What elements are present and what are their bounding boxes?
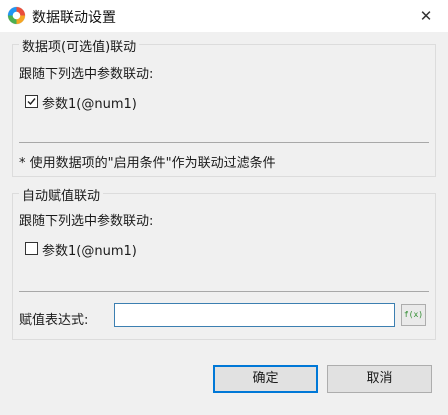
param-checkbox[interactable] — [25, 95, 38, 108]
ok-button[interactable]: 确定 — [213, 365, 318, 393]
close-icon: ✕ — [419, 7, 433, 25]
follow-params-label: 跟随下列选中参数联动: — [19, 67, 154, 82]
assign-expression-label: 赋值表达式: — [19, 313, 89, 328]
app-logo-icon — [7, 6, 26, 25]
param-checkbox-label: 参数1(@num1) — [42, 244, 137, 259]
separator — [19, 142, 429, 143]
separator — [19, 291, 429, 292]
auto-assign-linkage-group: 自动赋值联动 跟随下列选中参数联动: 参数1(@num1) 赋值表达式: f(x… — [12, 185, 436, 340]
param-checkbox-label: 参数1(@num1) — [42, 97, 137, 112]
function-editor-button[interactable]: f(x) — [401, 304, 426, 326]
enable-condition-note: * 使用数据项的"启用条件"作为联动过滤条件 — [19, 156, 276, 171]
cancel-button[interactable]: 取消 — [327, 365, 432, 393]
param-checkbox[interactable] — [25, 242, 38, 255]
group-legend: 数据项(可选值)联动 — [19, 36, 140, 55]
assign-expression-input[interactable] — [114, 303, 395, 327]
window-title: 数据联动设置 — [32, 10, 116, 26]
fx-icon: f(x) — [403, 310, 424, 319]
close-button[interactable]: ✕ — [404, 0, 448, 32]
follow-params-label: 跟随下列选中参数联动: — [19, 214, 154, 229]
data-item-linkage-group: 数据项(可选值)联动 跟随下列选中参数联动: 参数1(@num1) * 使用数据… — [12, 36, 436, 177]
title-bar: 数据联动设置 ✕ — [0, 0, 448, 32]
checkmark-icon — [27, 98, 36, 106]
group-legend: 自动赋值联动 — [19, 185, 104, 204]
